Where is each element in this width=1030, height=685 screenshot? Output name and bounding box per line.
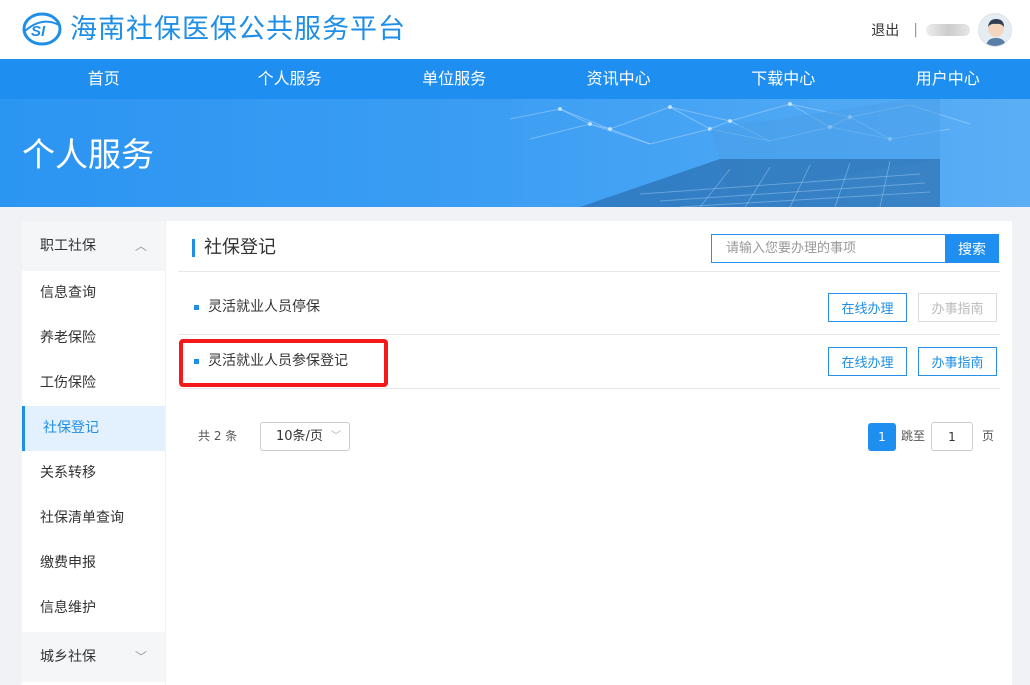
- sidebar-item-injury[interactable]: 工伤保险: [22, 361, 165, 406]
- jump-page-input[interactable]: [931, 422, 973, 451]
- logout-link[interactable]: 退出: [871, 20, 899, 40]
- chevron-down-icon: ﹀: [134, 650, 147, 664]
- nav-item-unit[interactable]: 单位服务: [372, 59, 537, 99]
- bullet-icon: [194, 359, 199, 364]
- page-banner: 个人服务: [0, 99, 1030, 207]
- nav-item-news[interactable]: 资讯中心: [536, 59, 701, 99]
- page-title: 社保登记: [192, 236, 276, 260]
- list-item: 灵活就业人员停保 在线办理 办事指南: [178, 281, 1000, 334]
- sidebar-item-registration[interactable]: 社保登记: [22, 406, 165, 451]
- page-size-value: 10条/页: [276, 429, 323, 444]
- sidebar-group-employee[interactable]: 职工社保 ︿: [22, 221, 165, 271]
- main-nav: 首页 个人服务 单位服务 资讯中心 下载中心 用户中心: [0, 59, 1030, 99]
- user-avatar-icon: [979, 14, 1011, 46]
- total-count: 共 2 条: [198, 429, 238, 443]
- sidebar-item-statement[interactable]: 社保清单查询: [22, 496, 165, 541]
- laptop-network-illustration: [509, 99, 971, 207]
- sidebar: 职工社保 ︿ 信息查询 养老保险 工伤保险 社保登记 关系转移 社保清单查询 缴…: [22, 221, 165, 685]
- sidebar-item-info-query[interactable]: 信息查询: [22, 271, 165, 316]
- chevron-down-icon: ﹀: [331, 431, 341, 442]
- sidebar-group-label: 城乡社保: [40, 649, 96, 665]
- sidebar-item-transfer[interactable]: 关系转移: [22, 451, 165, 496]
- item-label[interactable]: 灵活就业人员停保: [208, 295, 320, 319]
- sidebar-group-label: 职工社保: [40, 238, 96, 254]
- avatar[interactable]: [978, 13, 1012, 47]
- user-area: 退出 |: [871, 12, 1012, 48]
- nav-item-user-center[interactable]: 用户中心: [865, 59, 1030, 99]
- page-suffix: 页: [982, 429, 995, 443]
- list-item: 灵活就业人员参保登记 在线办理 办事指南: [178, 335, 1000, 388]
- search-button[interactable]: 搜索: [945, 234, 999, 263]
- jump-label: 跳至: [901, 429, 926, 443]
- divider: [178, 388, 1000, 389]
- page-number-current[interactable]: 1: [868, 423, 896, 451]
- guide-button[interactable]: 办事指南: [918, 347, 997, 376]
- site-title: 海南社保医保公共服务平台: [70, 14, 406, 45]
- si-logo-icon: SI: [22, 12, 62, 46]
- main-panel: 社保登记 搜索 灵活就业人员停保 在线办理 办事指南 灵活就业人员参保登记 在线…: [166, 221, 1012, 685]
- separator: |: [913, 22, 918, 38]
- online-handle-button[interactable]: 在线办理: [828, 347, 907, 376]
- sidebar-item-pension[interactable]: 养老保险: [22, 316, 165, 361]
- page-size-select[interactable]: 10条/页 ﹀: [260, 422, 350, 451]
- guide-button[interactable]: 办事指南: [918, 293, 997, 322]
- banner-title: 个人服务: [22, 135, 154, 174]
- sidebar-group-urban-rural[interactable]: 城乡社保 ﹀: [22, 632, 165, 682]
- sidebar-item-info-maintain[interactable]: 信息维护: [22, 586, 165, 631]
- bullet-icon: [194, 305, 199, 310]
- nav-item-personal[interactable]: 个人服务: [207, 59, 372, 99]
- chevron-up-icon: ︿: [134, 239, 147, 253]
- svg-text:SI: SI: [31, 23, 46, 40]
- item-label[interactable]: 灵活就业人员参保登记: [208, 349, 348, 373]
- sidebar-item-payment-declare[interactable]: 缴费申报: [22, 541, 165, 586]
- username-blurred: [926, 24, 970, 36]
- divider: [178, 271, 1000, 272]
- nav-item-download[interactable]: 下载中心: [701, 59, 866, 99]
- online-handle-button[interactable]: 在线办理: [828, 293, 907, 322]
- search-input[interactable]: [711, 234, 945, 263]
- nav-item-home[interactable]: 首页: [0, 59, 207, 99]
- top-header: SI 海南社保医保公共服务平台 退出 |: [0, 0, 1030, 59]
